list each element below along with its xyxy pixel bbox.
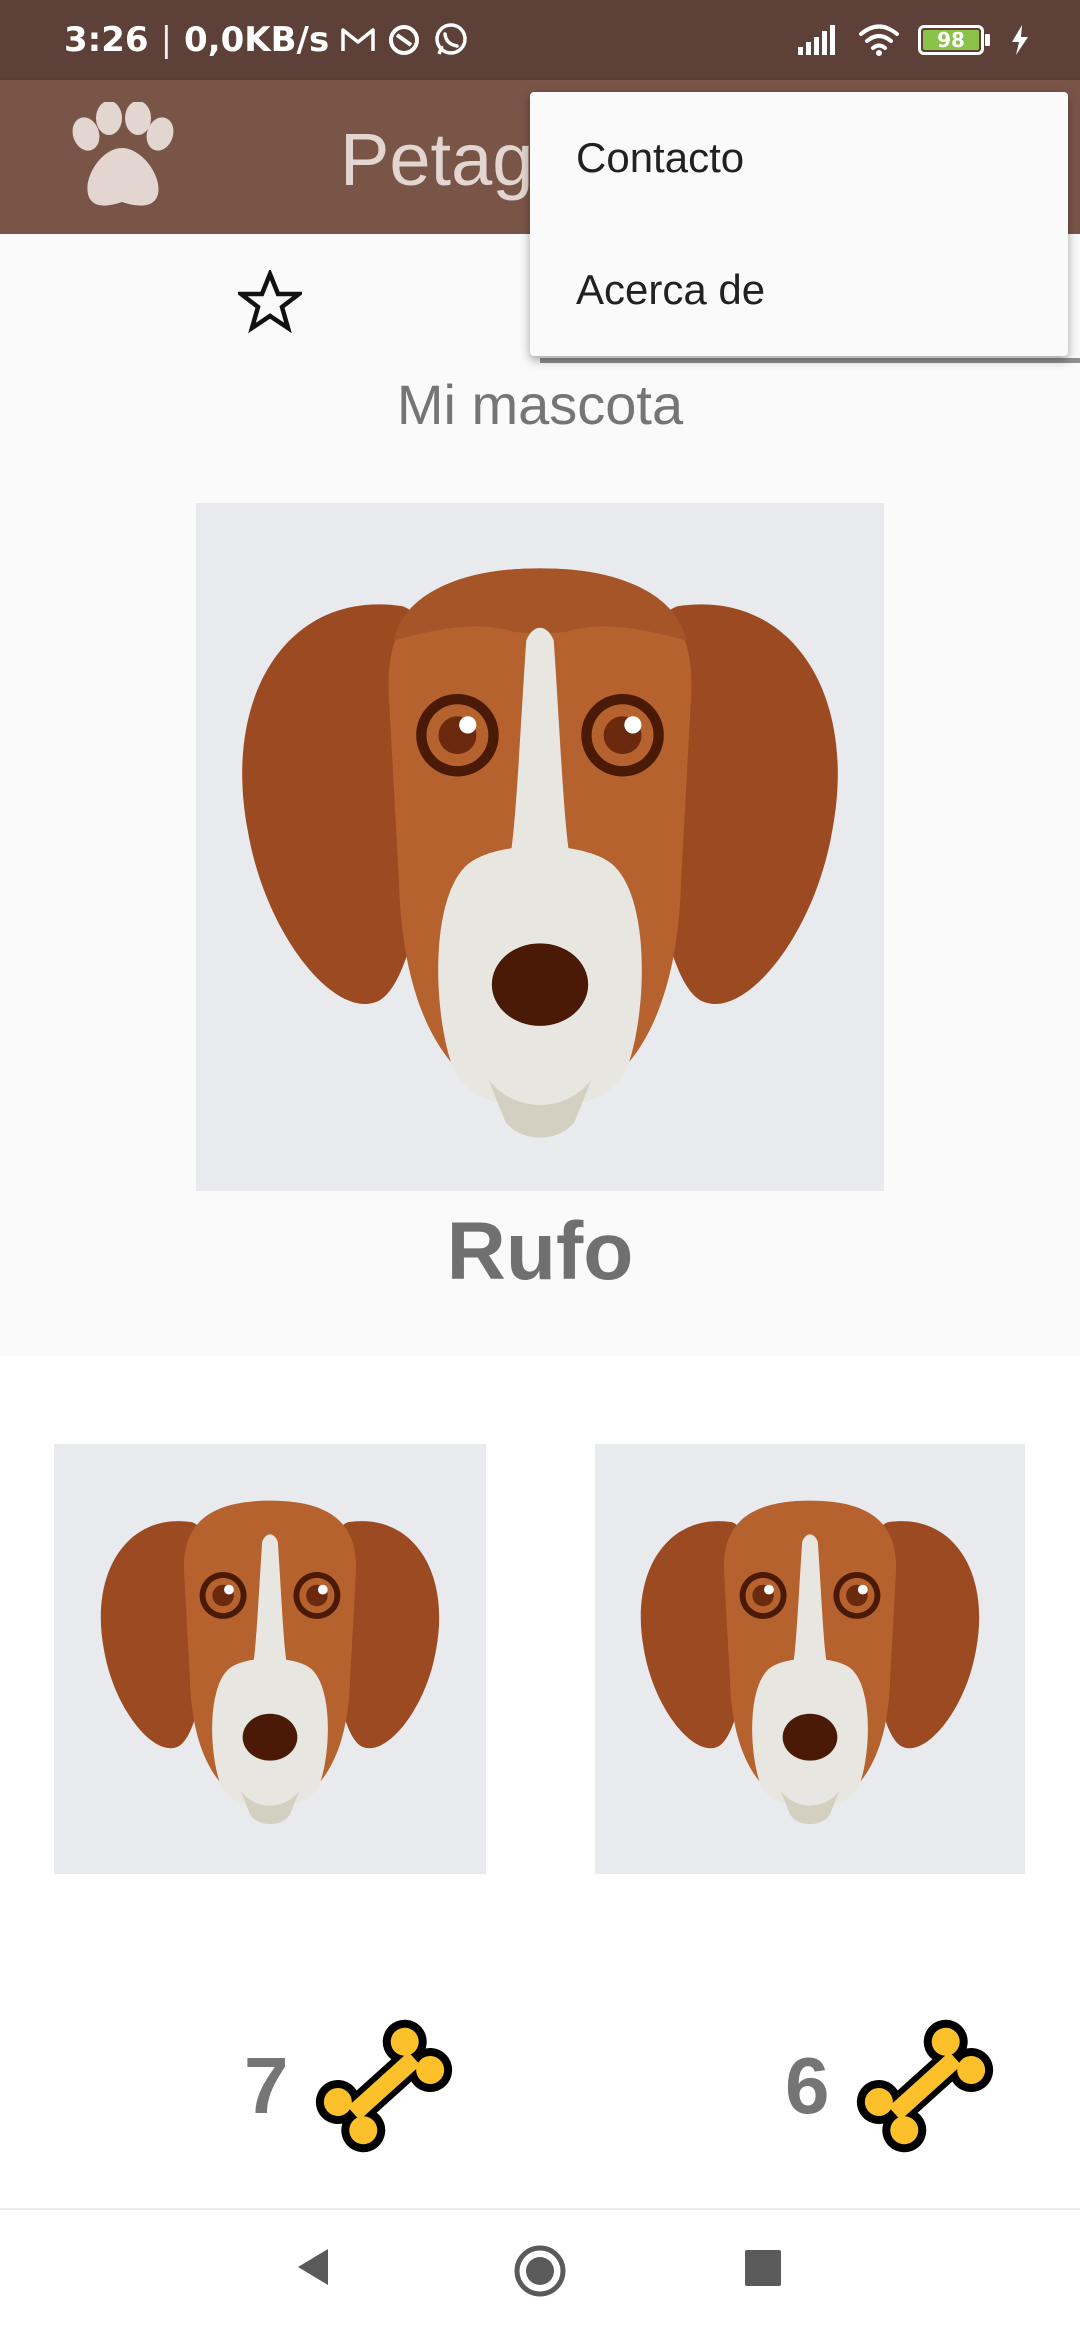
menu-item-acerca-de[interactable]: Acerca de [530, 224, 1068, 356]
star-outline-icon[interactable] [238, 270, 302, 334]
rating-count: 6 [785, 2041, 830, 2130]
menu-item-contacto[interactable]: Contacto [530, 92, 1068, 224]
wifi-icon [859, 24, 899, 56]
whatsapp-icon [435, 23, 467, 55]
charging-icon [1012, 25, 1028, 55]
bone-icon[interactable] [309, 2011, 459, 2161]
status-bar: 3:26 | 0,0KB/s 98 [0, 0, 1080, 80]
menu-divider [540, 358, 1080, 363]
section-title: Mi mascota [396, 373, 684, 436]
status-separator: | [160, 20, 173, 60]
rating: 6 [785, 2006, 1000, 2166]
dog-illustration [242, 568, 838, 1138]
gmail-icon [341, 28, 375, 51]
gallery-photo[interactable] [595, 1444, 1025, 1874]
navigation-bar [0, 2208, 1080, 2342]
home-icon[interactable] [512, 2243, 568, 2299]
dog-illustration [100, 1500, 440, 1825]
pet-photo[interactable] [196, 503, 884, 1191]
rating-count: 7 [244, 2041, 289, 2130]
signal-icon [798, 25, 835, 55]
status-network-speed: 0,0KB/s [184, 20, 330, 60]
status-time: 3:26 [64, 20, 149, 60]
overflow-menu: Contacto Acerca de [530, 92, 1068, 356]
pet-name: Rufo [446, 1206, 634, 1297]
app-icon [389, 25, 420, 55]
bone-icon[interactable] [850, 2011, 1000, 2161]
dog-illustration [640, 1500, 980, 1825]
battery-icon: 98 [918, 25, 992, 55]
paw-icon[interactable] [62, 102, 182, 214]
back-icon[interactable] [292, 2245, 332, 2289]
rating: 7 [244, 2006, 459, 2166]
recents-icon[interactable] [745, 2250, 781, 2286]
battery-level: 98 [937, 28, 965, 52]
gallery-photo[interactable] [54, 1444, 486, 1874]
